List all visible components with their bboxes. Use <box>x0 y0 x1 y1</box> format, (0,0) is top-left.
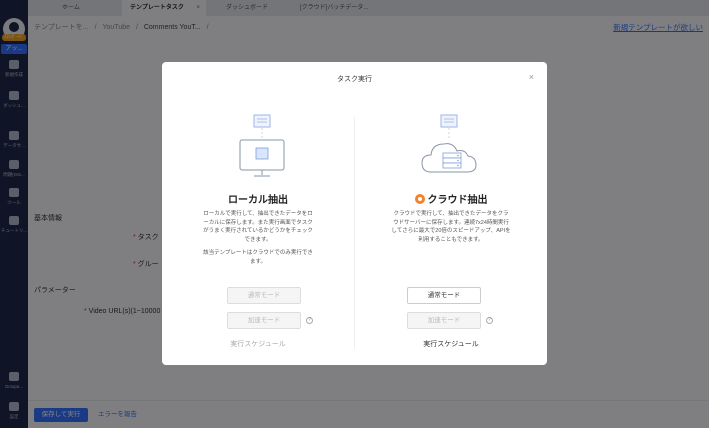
cloud-schedule-link[interactable]: 実行スケジュール <box>355 339 547 349</box>
cloud-title: クラウド抽出 <box>355 191 547 206</box>
local-extraction-panel: ローカル抽出 ローカルで実行して、抽出できたデータをローカルに保存します。また実… <box>162 62 354 365</box>
cloud-description: クラウドで実行して、抽出できたデータをクラウドサーバーに保存します。連続7x24… <box>391 211 511 243</box>
cloud-server-icon <box>421 114 477 173</box>
flame-icon <box>414 194 425 204</box>
help-icon[interactable]: ? <box>486 317 493 324</box>
cloud-speed-mode-button[interactable]: 加速モード <box>407 312 481 329</box>
local-note: 該当テンプレートはクラウドでのみ実行できます。 <box>203 250 313 265</box>
local-schedule-link[interactable]: 実行スケジュール <box>162 339 354 349</box>
local-description: ローカルで実行して、抽出できたデータをローカルに保存します。また実行画面でタスク… <box>203 211 313 243</box>
local-normal-mode-button[interactable]: 通常モード <box>227 287 301 304</box>
cloud-extraction-panel: クラウド抽出 クラウドで実行して、抽出できたデータをクラウドサーバーに保存します… <box>355 62 547 365</box>
help-icon[interactable]: ? <box>306 317 313 324</box>
local-title: ローカル抽出 <box>228 195 288 206</box>
local-monitor-icon <box>239 114 285 177</box>
run-task-dialog: タスク実行 × ローカル抽出 ローカルで実行して、抽出できたデータをローカルに保… <box>162 62 547 365</box>
cloud-normal-mode-button[interactable]: 通常モード <box>407 287 481 304</box>
local-speed-mode-button[interactable]: 加速モード <box>227 312 301 329</box>
